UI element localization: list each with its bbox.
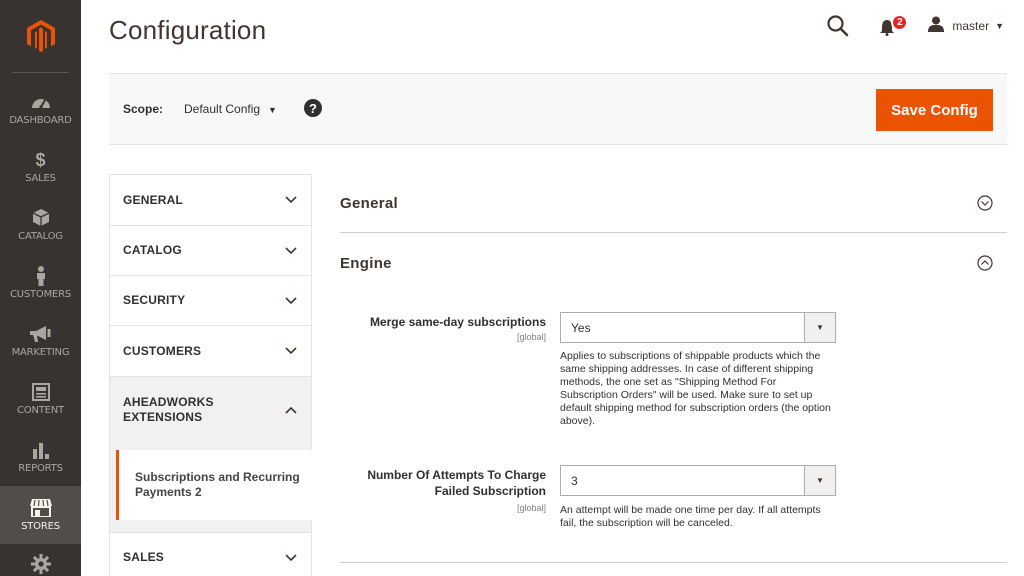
section-title: General xyxy=(340,195,398,212)
magento-logo-icon[interactable] xyxy=(0,0,81,72)
section-general[interactable]: General xyxy=(340,174,1007,233)
reports-icon xyxy=(32,440,50,460)
admin-sidebar: DASHBOARD $ SALES CATALOG CUSTOMERS MARK… xyxy=(0,0,81,576)
collapse-circle-icon xyxy=(977,255,993,271)
notifications-button[interactable]: 2 xyxy=(880,14,909,38)
scope-label: Scope: xyxy=(123,102,164,116)
nav-label: SALES xyxy=(25,173,56,184)
user-icon xyxy=(928,16,945,37)
tab-catalog[interactable]: CATALOG xyxy=(109,225,312,275)
page-title: Configuration xyxy=(109,15,267,45)
chevron-down-icon: ▼ xyxy=(804,466,835,495)
field-scope-note: [global] xyxy=(516,332,546,342)
select-value: Yes xyxy=(571,320,591,335)
nav-label: DASHBOARD xyxy=(9,115,72,126)
scope-switcher[interactable]: Default Config ▼ xyxy=(184,102,277,116)
nav-item-catalog[interactable]: CATALOG xyxy=(0,196,81,254)
tab-item-label: Subscriptions and Recurring Payments 2 xyxy=(135,470,300,499)
nav-item-content[interactable]: CONTENT xyxy=(0,370,81,428)
customer-icon xyxy=(35,266,47,286)
save-config-button[interactable]: Save Config xyxy=(876,89,993,131)
dashboard-icon xyxy=(31,92,51,112)
merge-same-day-select[interactable]: Yes ▼ xyxy=(560,312,836,343)
tab-label: AHEADWORKS EXTENSIONS xyxy=(123,394,214,424)
attempts-to-charge-select[interactable]: 3 ▼ xyxy=(560,465,836,496)
nav-item-reports[interactable]: REPORTS xyxy=(0,428,81,486)
section-engine[interactable]: Engine xyxy=(340,233,1007,291)
chevron-down-icon: ▼ xyxy=(804,313,835,342)
search-icon[interactable] xyxy=(826,14,850,38)
select-value: 3 xyxy=(571,473,578,488)
tab-label: CUSTOMERS xyxy=(123,343,202,358)
scope-value: Default Config xyxy=(184,102,261,116)
field-note: Applies to subscriptions of shippable pr… xyxy=(560,350,831,427)
tab-label: SALES xyxy=(123,550,165,564)
chevron-down-icon xyxy=(285,296,297,304)
gear-icon xyxy=(30,554,51,574)
tab-sales[interactable]: SALES xyxy=(109,532,312,576)
chevron-up-icon xyxy=(285,406,297,414)
megaphone-icon xyxy=(29,324,52,344)
nav-label: CUSTOMERS xyxy=(9,289,72,300)
caret-down-icon: ▼ xyxy=(995,21,1004,31)
tab-label: GENERAL xyxy=(123,192,184,207)
field-label-merge-same-day: Merge same-day subscriptions xyxy=(369,315,546,329)
nav-item-marketing[interactable]: MARKETING xyxy=(0,312,81,370)
nav-item-stores[interactable]: STORES xyxy=(0,486,81,544)
nav-item-dashboard[interactable]: DASHBOARD xyxy=(0,80,81,138)
section-divider xyxy=(340,562,1007,563)
header-actions: 2 master ▼ xyxy=(826,14,1004,38)
tab-security[interactable]: SECURITY xyxy=(109,275,312,325)
nav-label: REPORTS xyxy=(18,463,63,474)
nav-label: STORES xyxy=(21,521,60,532)
catalog-box-icon xyxy=(32,208,49,228)
chevron-down-icon xyxy=(285,553,297,561)
nav-item-customers[interactable]: CUSTOMERS xyxy=(0,254,81,312)
field-note: An attempt will be made one time per day… xyxy=(560,504,821,529)
chevron-down-icon xyxy=(285,246,297,254)
dollar-icon: $ xyxy=(35,149,46,170)
stores-icon xyxy=(29,498,52,518)
field-label-attempts-to-charge: Number Of Attempts To Charge Failed Subs… xyxy=(367,468,546,498)
user-menu[interactable]: master ▼ xyxy=(928,16,1004,37)
expand-circle-icon xyxy=(977,195,993,211)
nav-label: CATALOG xyxy=(18,231,63,242)
field-scope-note: [global] xyxy=(516,503,546,513)
caret-down-icon: ▼ xyxy=(268,105,277,115)
content-icon xyxy=(31,382,50,402)
tab-label: SECURITY xyxy=(123,293,186,307)
nav-item-sales[interactable]: $ SALES xyxy=(0,138,81,196)
tab-submenu: Subscriptions and Recurring Payments 2 xyxy=(109,442,312,532)
help-icon[interactable]: ? xyxy=(304,99,322,117)
tab-general[interactable]: GENERAL xyxy=(109,174,312,225)
page-actions-bar: Scope: Default Config ▼ ? Save Config xyxy=(109,73,1007,145)
chevron-down-icon xyxy=(285,196,297,204)
logo-divider xyxy=(12,72,69,73)
nav-label: CONTENT xyxy=(17,405,64,416)
user-name: master xyxy=(952,19,990,33)
notifications-badge: 2 xyxy=(891,14,909,31)
tab-label: CATALOG xyxy=(123,243,182,257)
nav-label: MARKETING xyxy=(11,347,70,358)
section-title: Engine xyxy=(340,255,392,272)
chevron-down-icon xyxy=(285,347,297,355)
tab-aheadworks-extensions[interactable]: AHEADWORKS EXTENSIONS xyxy=(109,376,312,442)
nav-item-system[interactable] xyxy=(0,544,81,576)
tab-customers[interactable]: CUSTOMERS xyxy=(109,325,312,376)
tab-item-subscriptions[interactable]: Subscriptions and Recurring Payments 2 xyxy=(116,450,312,520)
